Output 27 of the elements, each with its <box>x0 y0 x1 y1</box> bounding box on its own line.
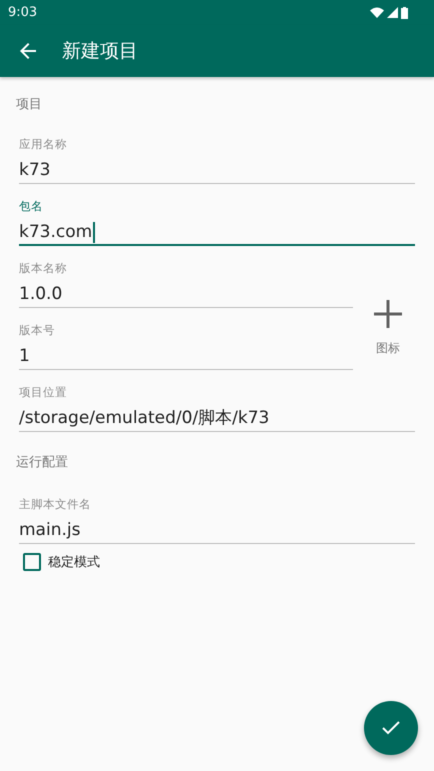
text-field[interactable]: k73.com <box>19 220 415 246</box>
field-label: 版本号 <box>19 322 56 338</box>
plus-icon[interactable] <box>374 300 402 328</box>
battery-icon <box>401 6 408 18</box>
wifi-icon <box>370 7 384 18</box>
text-field[interactable]: 1.0.0 <box>19 282 353 308</box>
field-label: 包名 <box>19 198 44 214</box>
icon-label: 图标 <box>376 340 400 357</box>
field-label: 项目位置 <box>19 384 68 400</box>
check-icon <box>382 721 400 735</box>
field-label: 主脚本文件名 <box>19 496 92 512</box>
status-time: 9:03 <box>8 5 38 20</box>
text-field[interactable]: k73 <box>19 158 415 184</box>
checkbox[interactable] <box>23 553 41 571</box>
signal-icon <box>387 7 398 18</box>
section-title: 项目 <box>16 97 43 113</box>
text-field[interactable]: 1 <box>19 344 353 370</box>
text-field[interactable]: /storage/emulated/0/脚本/k73 <box>19 406 415 432</box>
back-arrow-icon <box>20 43 36 59</box>
checkbox-label: 稳定模式 <box>48 554 100 571</box>
text-field[interactable]: main.js <box>19 518 415 544</box>
field-label: 版本名称 <box>19 260 68 276</box>
text-cursor <box>93 222 96 242</box>
section-title: 运行配置 <box>16 455 69 471</box>
confirm-button[interactable] <box>364 701 418 755</box>
toolbar-title: 新建项目 <box>62 39 138 64</box>
field-label: 应用名称 <box>19 136 68 152</box>
